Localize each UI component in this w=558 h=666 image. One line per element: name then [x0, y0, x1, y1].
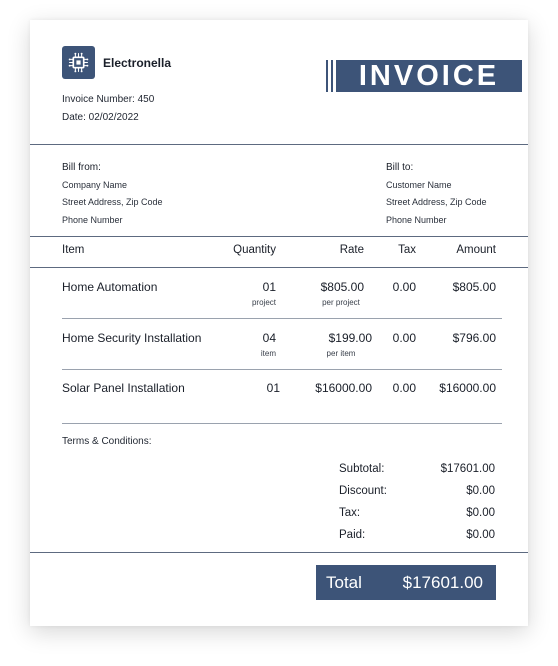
item-name: Solar Panel Installation	[62, 381, 185, 395]
invoice-document: Electronella Invoice Number: 450 Date: 0…	[30, 20, 528, 626]
item-amount: $805.00	[452, 280, 496, 294]
item-quantity: 01	[262, 280, 276, 294]
invoice-date: Date: 02/02/2022	[62, 112, 139, 123]
divider	[30, 144, 528, 145]
item-tax: 0.00	[392, 381, 416, 395]
company-brand: Electronella	[62, 46, 171, 79]
quantity-unit: project	[251, 298, 276, 307]
column-header-amount: Amount	[456, 244, 496, 256]
paid-value: $0.00	[466, 529, 495, 541]
bill-from-label: Bill from:	[62, 162, 101, 173]
column-header-tax: Tax	[398, 244, 416, 256]
total-box: Total $17601.00	[316, 565, 496, 600]
discount-label: Discount:	[339, 485, 387, 497]
divider	[30, 267, 528, 268]
row-divider	[62, 318, 502, 319]
total-label: Total	[326, 573, 362, 592]
paid-label: Paid:	[339, 529, 366, 541]
item-name: Home Automation	[62, 280, 158, 294]
bill-to-line: Phone Number	[386, 214, 447, 225]
title-stripe	[331, 60, 333, 92]
invoice-title: INVOICE	[336, 60, 522, 92]
bill-to-line: Customer Name	[386, 179, 452, 190]
company-name: Electronella	[103, 55, 172, 70]
subtotal-value: $17601.00	[440, 463, 495, 475]
rate-unit: per item	[326, 349, 356, 358]
row-divider	[62, 369, 502, 370]
item-tax: 0.00	[392, 280, 416, 294]
bill-to-line: Street Address, Zip Code	[386, 197, 487, 207]
item-amount: $16000.00	[439, 381, 496, 395]
divider	[30, 552, 528, 553]
item-rate: $199.00	[328, 331, 372, 345]
terms-label: Terms & Conditions:	[62, 436, 152, 447]
quantity-unit: item	[260, 349, 276, 358]
item-quantity: 04	[262, 331, 276, 345]
column-header-quantity: Quantity	[233, 244, 276, 256]
invoice-title-banner: INVOICE	[326, 60, 522, 92]
bill-to-label: Bill to:	[386, 162, 414, 173]
tax-label: Tax:	[339, 507, 361, 519]
item-rate: $16000.00	[315, 381, 372, 395]
bill-to-block: Bill to: Customer Name Street Address, Z…	[386, 159, 487, 229]
bill-from-line: Street Address, Zip Code	[62, 197, 163, 207]
rate-unit: per project	[322, 298, 360, 307]
discount-value: $0.00	[466, 485, 495, 497]
circuit-chip-icon	[62, 46, 95, 79]
item-amount: $796.00	[452, 331, 496, 345]
tax-value: $0.00	[466, 507, 495, 519]
item-quantity: 01	[266, 381, 280, 395]
column-header-rate: Rate	[339, 244, 364, 256]
invoice-number: Invoice Number: 450	[62, 94, 155, 105]
subtotal-label: Subtotal:	[339, 463, 385, 475]
total-value: $17601.00	[402, 573, 483, 592]
title-stripe	[326, 60, 328, 92]
divider	[30, 236, 528, 237]
item-tax: 0.00	[392, 331, 416, 345]
row-divider	[62, 423, 502, 424]
bill-from-block: Bill from: Company Name Street Address, …	[62, 159, 163, 229]
bill-from-line: Company Name	[62, 179, 128, 190]
bill-from-line: Phone Number	[62, 214, 123, 225]
column-header-item: Item	[62, 244, 85, 256]
item-name: Home Security Installation	[62, 331, 202, 345]
item-rate: $805.00	[320, 280, 364, 294]
